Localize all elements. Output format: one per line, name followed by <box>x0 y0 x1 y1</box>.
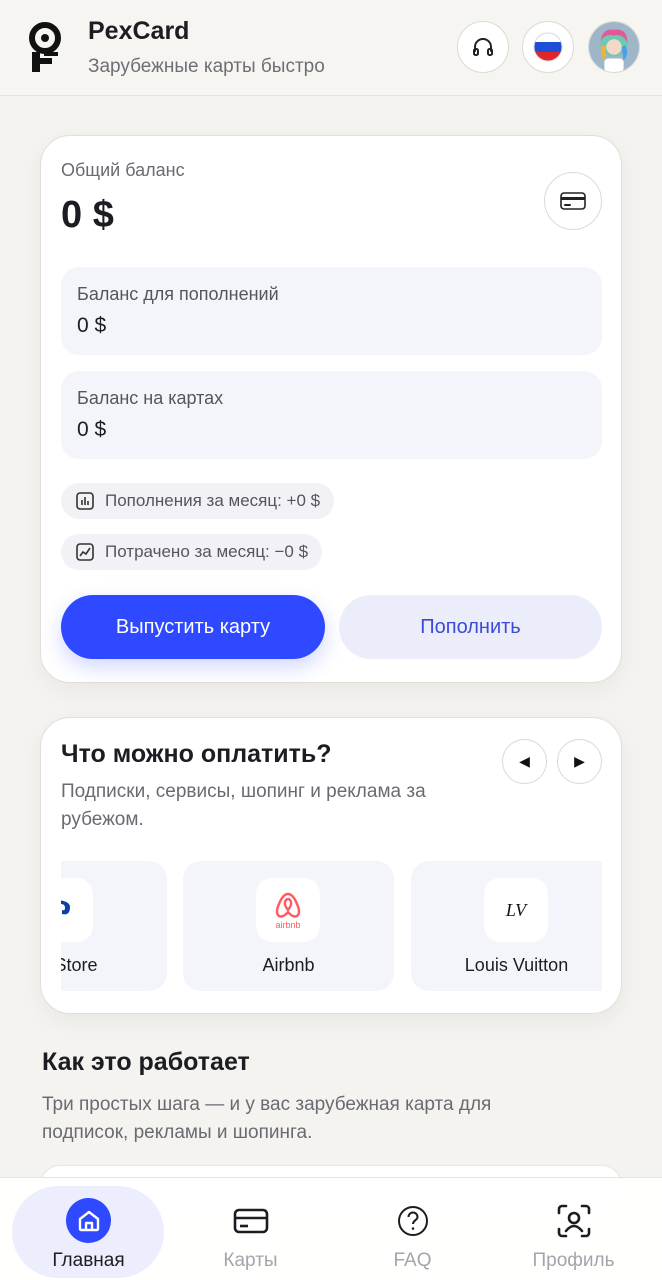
cards-balance-value: 0 $ <box>77 418 107 441</box>
app-header: PexCard Зарубежные карты быстро <box>0 0 662 96</box>
credit-card-icon <box>560 192 586 210</box>
russia-flag-icon <box>533 32 563 62</box>
topup-balance-label: Баланс для пополнений <box>77 284 279 304</box>
svg-text:LV: LV <box>505 900 528 920</box>
support-button[interactable] <box>457 21 509 73</box>
bottom-navigation: Главная Карты FAQ Профиль <box>0 1177 662 1280</box>
airbnb-icon: airbnb <box>256 878 320 942</box>
merchant-tile[interactable]: airbnb Airbnb <box>183 861 394 991</box>
playstation-icon <box>61 878 93 942</box>
pexcard-logo[interactable] <box>24 22 68 72</box>
nav-label: Карты <box>223 1250 278 1271</box>
merchant-tile[interactable]: LV Louis Vuitton <box>411 861 602 991</box>
user-avatar[interactable] <box>588 21 640 73</box>
cards-balance-box: Баланс на картах 0 $ <box>61 371 602 459</box>
app-title: PexCard <box>88 17 190 45</box>
card-icon <box>228 1198 273 1243</box>
nav-label: Профиль <box>532 1250 615 1271</box>
cards-balance-label: Баланс на картах <box>77 388 224 408</box>
how-it-works-title: Как это работает <box>42 1048 250 1076</box>
nav-item-faq[interactable]: FAQ <box>330 1178 495 1280</box>
merchant-name: ion Store <box>61 955 98 975</box>
monthly-topups-text: Пополнения за месяц: +0 $ <box>105 491 321 510</box>
louis-vuitton-icon: LV <box>484 878 548 942</box>
merchant-carousel[interactable]: ion Store airbnb Airbnb LV Louis Vuitton <box>61 861 602 991</box>
home-icon <box>66 1198 111 1243</box>
bar-chart-icon <box>76 492 94 510</box>
nav-item-profile[interactable]: Профиль <box>491 1178 656 1280</box>
monthly-spent-pill: Потрачено за месяц: −0 $ <box>61 534 323 570</box>
svg-text:airbnb: airbnb <box>275 920 300 930</box>
carousel-prev-button[interactable]: ◀ <box>502 739 547 784</box>
monthly-topups-pill: Пополнения за месяц: +0 $ <box>61 483 335 519</box>
topup-balance-box: Баланс для пополнений 0 $ <box>61 267 602 355</box>
total-balance-value: 0 $ <box>61 194 114 236</box>
merchant-name: Louis Vuitton <box>464 955 569 975</box>
cards-shortcut-button[interactable] <box>544 172 602 230</box>
monthly-spent-text: Потрачено за месяц: −0 $ <box>105 542 309 561</box>
carousel-next-button[interactable]: ▶ <box>557 739 602 784</box>
nav-label: FAQ <box>393 1250 432 1271</box>
issue-card-button[interactable]: Выпустить карту <box>61 595 325 659</box>
payments-subtitle: Подписки, сервисы, шопинг и реклама за р… <box>61 781 426 830</box>
balance-card: Общий баланс 0 $ Баланс для пополнений 0… <box>40 135 622 683</box>
headphones-icon <box>473 38 493 56</box>
nav-item-home[interactable]: Главная <box>6 1178 171 1280</box>
nav-label: Главная <box>52 1250 125 1271</box>
payments-card: Что можно оплатить? Подписки, сервисы, ш… <box>40 717 622 1014</box>
trend-chart-icon <box>76 543 94 561</box>
payments-title: Что можно оплатить? <box>61 740 332 768</box>
question-icon <box>390 1198 435 1243</box>
topup-balance-value: 0 $ <box>77 314 107 337</box>
merchant-name: Airbnb <box>262 955 315 975</box>
how-it-works-subtitle: Три простых шага — и у вас зарубежная ка… <box>42 1094 492 1143</box>
profile-icon <box>551 1198 596 1243</box>
nav-item-cards[interactable]: Карты <box>168 1178 333 1280</box>
topup-button[interactable]: Пополнить <box>339 595 602 659</box>
merchant-tile[interactable]: ion Store <box>61 861 167 991</box>
app-tagline: Зарубежные карты быстро <box>88 56 325 77</box>
language-button[interactable] <box>522 21 574 73</box>
total-balance-label: Общий баланс <box>61 160 185 180</box>
